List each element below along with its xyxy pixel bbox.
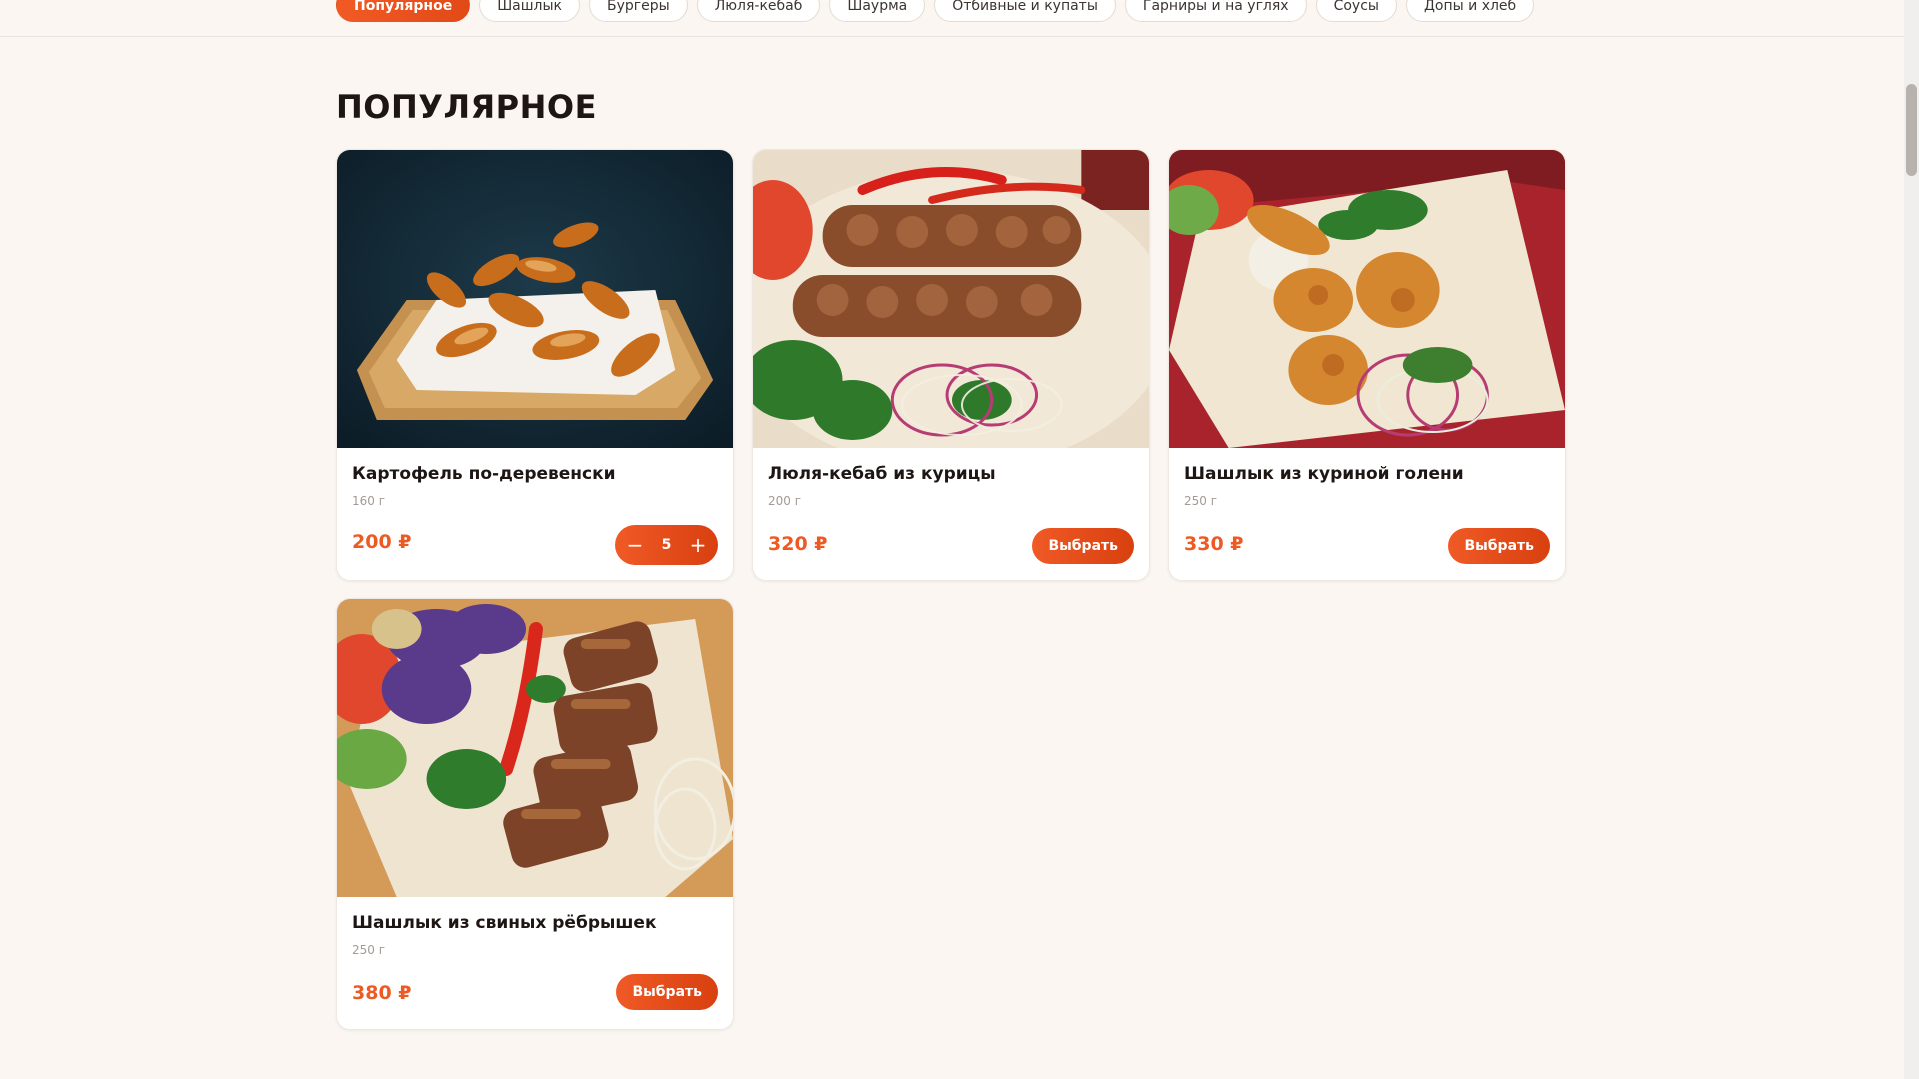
product-name: Шашлык из куриной голени <box>1184 464 1464 484</box>
section-title: ПОПУЛЯРНОЕ <box>336 88 597 126</box>
product-price: 330 ₽ <box>1184 533 1244 555</box>
product-weight: 200 г <box>768 494 802 508</box>
product-card[interactable]: Шашлык из куриной голени 250 г 330 ₽ Выб… <box>1168 149 1566 581</box>
product-price: 320 ₽ <box>768 533 828 555</box>
product-card[interactable]: Люля-кебаб из курицы 200 г 320 ₽ Выбрать <box>752 149 1150 581</box>
category-tab-shawarma[interactable]: Шаурма <box>829 0 926 22</box>
product-weight: 250 г <box>1184 494 1218 508</box>
category-list: Популярное Шашлык Бургеры Люля-кебаб Шау… <box>336 0 1535 22</box>
category-tab-burgers[interactable]: Бургеры <box>589 0 688 22</box>
product-name: Картофель по-деревенски <box>352 464 616 484</box>
product-name: Люля-кебаб из курицы <box>768 464 996 484</box>
decrease-quantity-button[interactable]: − <box>619 529 651 561</box>
product-price: 200 ₽ <box>352 531 412 553</box>
category-tab-chops[interactable]: Отбивные и купаты <box>934 0 1116 22</box>
category-nav: Популярное Шашлык Бургеры Люля-кебаб Шау… <box>0 0 1904 37</box>
category-tab-popular[interactable]: Популярное <box>336 0 471 22</box>
product-card[interactable]: Шашлык из свиных рёбрышек 250 г 380 ₽ Вы… <box>336 598 734 1030</box>
choose-button[interactable]: Выбрать <box>1032 528 1134 564</box>
quantity-value: 5 <box>661 537 672 553</box>
product-weight: 160 г <box>352 494 386 508</box>
potato-wedges-photo <box>337 150 733 448</box>
category-tab-sides[interactable]: Гарниры и на углях <box>1124 0 1307 22</box>
choose-button[interactable]: Выбрать <box>616 974 718 1010</box>
product-weight: 250 г <box>352 943 386 957</box>
kebab-photo <box>753 150 1149 448</box>
category-tab-lyulya-kebab[interactable]: Люля-кебаб <box>696 0 821 22</box>
pork-ribs-photo <box>337 599 733 897</box>
scrollbar[interactable] <box>1904 0 1919 1079</box>
chicken-drumsticks-photo <box>1169 150 1565 448</box>
increase-quantity-button[interactable]: + <box>682 529 714 561</box>
quantity-stepper: − 5 + <box>615 525 718 565</box>
product-price: 380 ₽ <box>352 982 412 1004</box>
product-name: Шашлык из свиных рёбрышек <box>352 913 657 933</box>
category-tab-shashlik[interactable]: Шашлык <box>479 0 581 22</box>
scrollbar-thumb[interactable] <box>1906 84 1917 176</box>
product-card[interactable]: Картофель по-деревенски 160 г 200 ₽ − 5 … <box>336 149 734 581</box>
category-tab-extras[interactable]: Допы и хлеб <box>1405 0 1535 22</box>
choose-button[interactable]: Выбрать <box>1448 528 1550 564</box>
category-tab-sauces[interactable]: Соусы <box>1315 0 1397 22</box>
